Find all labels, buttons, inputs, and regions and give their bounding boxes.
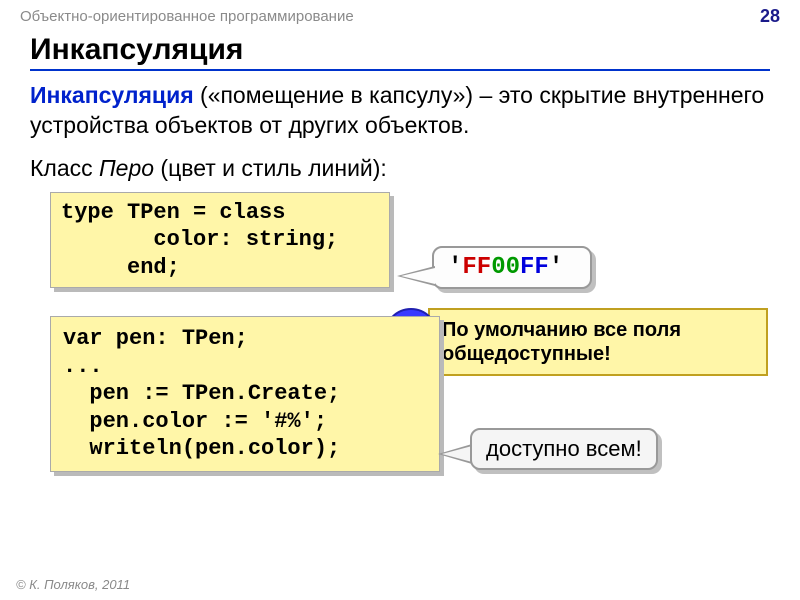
class-name: Перо bbox=[99, 155, 154, 181]
hex-callout-tail-inner bbox=[401, 268, 435, 284]
page-number: 28 bbox=[760, 6, 780, 27]
class-suffix: (цвет и стиль линий): bbox=[154, 155, 387, 181]
note-text: По умолчанию все поля общедоступные! bbox=[442, 319, 681, 365]
avail-callout-tail-inner bbox=[442, 446, 472, 462]
avail-callout: доступно всем! bbox=[470, 428, 658, 470]
hex-b: FF bbox=[520, 254, 549, 281]
definition-paragraph: Инкапсуляция («помещение в капсулу») – э… bbox=[30, 81, 770, 141]
slide-header: Объектно-ориентированное программировани… bbox=[0, 0, 800, 29]
slide-title: Инкапсуляция bbox=[30, 33, 770, 71]
hex-quote-close: ' bbox=[549, 254, 563, 281]
class-line: Класс Перо (цвет и стиль линий): bbox=[30, 155, 770, 182]
code-block-usage: var pen: TPen; ... pen := TPen.Create; p… bbox=[50, 316, 440, 472]
hex-quote-open: ' bbox=[448, 254, 462, 281]
footer-copyright: © К. Поляков, 2011 bbox=[16, 577, 130, 592]
note-box: ! По умолчанию все поля общедоступные! bbox=[428, 308, 768, 376]
hex-callout: 'FF00FF' bbox=[432, 246, 592, 289]
hex-g: 00 bbox=[491, 254, 520, 281]
class-prefix: Класс bbox=[30, 155, 99, 181]
code-block-type: type TPen = class color: string; end; bbox=[50, 192, 390, 289]
topic-text: Объектно-ориентированное программировани… bbox=[20, 8, 354, 25]
hex-r: FF bbox=[462, 254, 491, 281]
definition-term: Инкапсуляция bbox=[30, 82, 194, 108]
